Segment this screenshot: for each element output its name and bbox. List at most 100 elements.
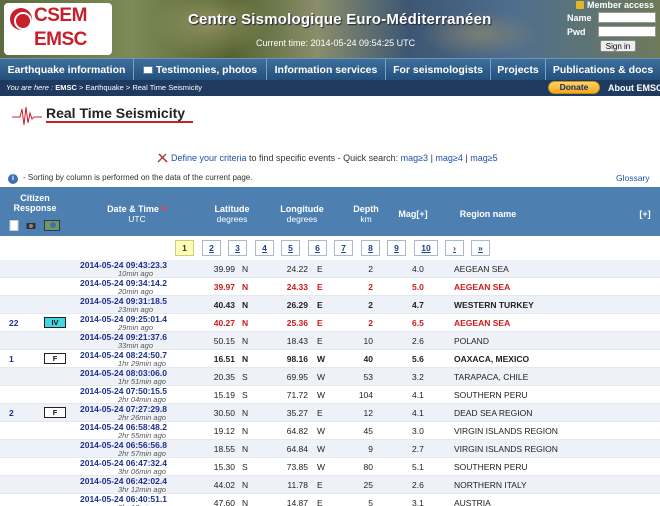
intensity-badge[interactable]: F [44, 353, 66, 364]
next-page-button[interactable]: › [445, 240, 464, 256]
map-icon[interactable] [44, 220, 60, 231]
event-row[interactable]: 22 2014-05-24 09:25:01.4 29min ago 40.27 N 25… [0, 314, 660, 332]
camera-icon[interactable] [26, 220, 36, 231]
define-criteria-link[interactable]: Define your criteria [171, 153, 247, 163]
event-magnitude: 3.2 [412, 372, 424, 382]
name-input[interactable] [598, 12, 656, 23]
col-citizen-response[interactable]: Citizen Response [10, 193, 60, 213]
event-row[interactable]: 2 2014-05-24 07:27:29.8 2hr 26min ago 30.50… [0, 404, 660, 422]
page-4[interactable]: 4 [255, 240, 274, 256]
col-region-name[interactable]: Region name [446, 209, 530, 219]
page-10[interactable]: 10 [414, 240, 438, 256]
event-row[interactable]: 1 2014-05-24 08:24:50.7 1hr 29min ago 16.51… [0, 350, 660, 368]
event-depth: 5 [368, 498, 373, 506]
citizen-response-count[interactable]: 2 [9, 408, 14, 418]
col-depth-unit: km [360, 214, 372, 224]
event-row[interactable]: 2014-05-24 09:31:18.5 23min ago 40.43 N 26.2… [0, 296, 660, 314]
event-longitude-dir: E [317, 282, 323, 292]
page-2[interactable]: 2 [202, 240, 221, 256]
sort-desc-icon [160, 207, 167, 211]
page-8[interactable]: 8 [361, 240, 380, 256]
sign-in-button[interactable]: Sign in [600, 40, 636, 52]
event-row[interactable]: 2014-05-24 06:58:48.2 2hr 55min ago 19.12 N… [0, 422, 660, 440]
citizen-response-count[interactable]: 22 [9, 318, 18, 328]
event-longitude-dir: W [317, 444, 326, 454]
event-row[interactable]: 2014-05-24 06:56:56.8 2hr 57min ago 18.55 N… [0, 440, 660, 458]
event-row[interactable]: 2014-05-24 09:34:14.2 20min ago 39.97 N 24.3… [0, 278, 660, 296]
name-label: Name [567, 13, 592, 23]
nav-testimonies-photos[interactable]: Testimonies, photos [134, 59, 267, 81]
col-longitude[interactable]: Longitude degrees [272, 204, 332, 224]
event-latitude: 16.51 [213, 354, 235, 364]
quick-search-mag5[interactable]: mag≥5 [470, 153, 497, 163]
pwd-label: Pwd [567, 27, 586, 37]
page-7[interactable]: 7 [334, 240, 353, 256]
event-region: DEAD SEA REGION [454, 408, 533, 418]
event-region: AUSTRIA [454, 498, 491, 506]
event-latitude: 40.27 [213, 318, 235, 328]
event-region: SOUTHERN PERU [454, 462, 528, 472]
document-icon[interactable] [9, 220, 19, 231]
event-row[interactable]: 2014-05-24 07:50:15.5 2hr 04min ago 15.19 S… [0, 386, 660, 404]
event-depth: 12 [363, 408, 373, 418]
event-longitude: 98.16 [286, 354, 308, 364]
expand-columns-button[interactable]: [+] [634, 209, 656, 219]
col-latitude[interactable]: Latitude degrees [206, 204, 258, 224]
col-magnitude[interactable]: Mag[+] [390, 209, 436, 219]
nav-testimonies-label: Testimonies, photos [155, 64, 258, 76]
event-depth: 2 [368, 300, 373, 310]
page-9[interactable]: 9 [387, 240, 406, 256]
event-latitude-dir: N [242, 318, 249, 328]
page-3[interactable]: 3 [228, 240, 247, 256]
quick-search-mag4[interactable]: mag≥4 [435, 153, 462, 163]
page-6[interactable]: 6 [308, 240, 327, 256]
about-emsc-link[interactable]: About EMSC [608, 80, 660, 96]
main-nav: Earthquake information Testimonies, phot… [0, 58, 660, 81]
event-magnitude: 5.1 [412, 462, 424, 472]
event-latitude: 20.35 [213, 372, 235, 382]
current-time: Current time: 2014-05-24 09:54:25 UTC [256, 38, 416, 48]
col-longitude-unit: degrees [286, 214, 318, 224]
event-longitude: 69.95 [286, 372, 308, 382]
quick-search-mag3[interactable]: mag≥3 [401, 153, 428, 163]
intensity-badge[interactable]: F [44, 407, 66, 418]
donate-button[interactable]: Donate [548, 81, 600, 94]
breadcrumb-emsc[interactable]: EMSC [55, 83, 77, 92]
event-row[interactable]: 2014-05-24 06:47:32.4 3hr 06min ago 15.30 S… [0, 458, 660, 476]
event-row[interactable]: 2014-05-24 08:03:06.0 1hr 51min ago 20.35 S… [0, 368, 660, 386]
event-longitude-dir: E [317, 336, 323, 346]
glossary-link[interactable]: Glossary [616, 173, 650, 183]
event-longitude: 73.85 [286, 462, 308, 472]
event-row[interactable]: 2014-05-24 06:42:02.4 3hr 12min ago 44.02 N… [0, 476, 660, 494]
last-page-button[interactable]: » [471, 240, 490, 256]
col-response-label: Response [13, 203, 57, 213]
event-region: SOUTHERN PERU [454, 390, 528, 400]
breadcrumb-path[interactable]: > Earthquake > Real Time Seismicity [77, 83, 202, 92]
csem-emsc-logo[interactable]: CSEM EMSC [4, 3, 112, 55]
nav-earthquake-information[interactable]: Earthquake information [0, 59, 134, 81]
citizen-response-count[interactable]: 1 [9, 354, 14, 364]
site-header: CSEM EMSC Centre Sismologique Euro-Médit… [0, 0, 660, 58]
event-magnitude: 3.1 [412, 498, 424, 506]
sort-info-text: - Sorting by column is performed on the … [23, 173, 253, 182]
event-depth: 2 [368, 264, 373, 274]
event-longitude-dir: W [317, 462, 326, 472]
event-magnitude: 2.6 [412, 480, 424, 490]
password-input[interactable] [598, 26, 656, 37]
event-row[interactable]: 2014-05-24 06:40:51.13hr 13min ago47.60N… [0, 494, 660, 506]
nav-for-seismologists[interactable]: For seismologists [386, 59, 491, 81]
event-row[interactable]: 2014-05-24 09:43:23.3 10min ago 39.99 N 24.2… [0, 260, 660, 278]
col-date-time[interactable]: Date & Time UTC [92, 204, 182, 224]
nav-information-services[interactable]: Information services [267, 59, 386, 81]
nav-publications-docs[interactable]: Publications & docs [546, 59, 660, 81]
page-5[interactable]: 5 [281, 240, 300, 256]
intensity-badge[interactable]: IV [44, 317, 66, 328]
page-1[interactable]: 1 [175, 240, 194, 256]
breadcrumb-prefix: You are here : [6, 83, 54, 92]
event-row[interactable]: 2014-05-24 09:21:37.6 33min ago 50.15 N 18.4… [0, 332, 660, 350]
pagination: 1 2 3 4 5 6 7 8 9 10 › » [0, 236, 660, 260]
col-depth[interactable]: Depth km [346, 204, 386, 224]
event-magnitude: 4.7 [412, 300, 424, 310]
nav-projects[interactable]: Projects [491, 59, 546, 81]
event-latitude-dir: N [242, 498, 249, 506]
